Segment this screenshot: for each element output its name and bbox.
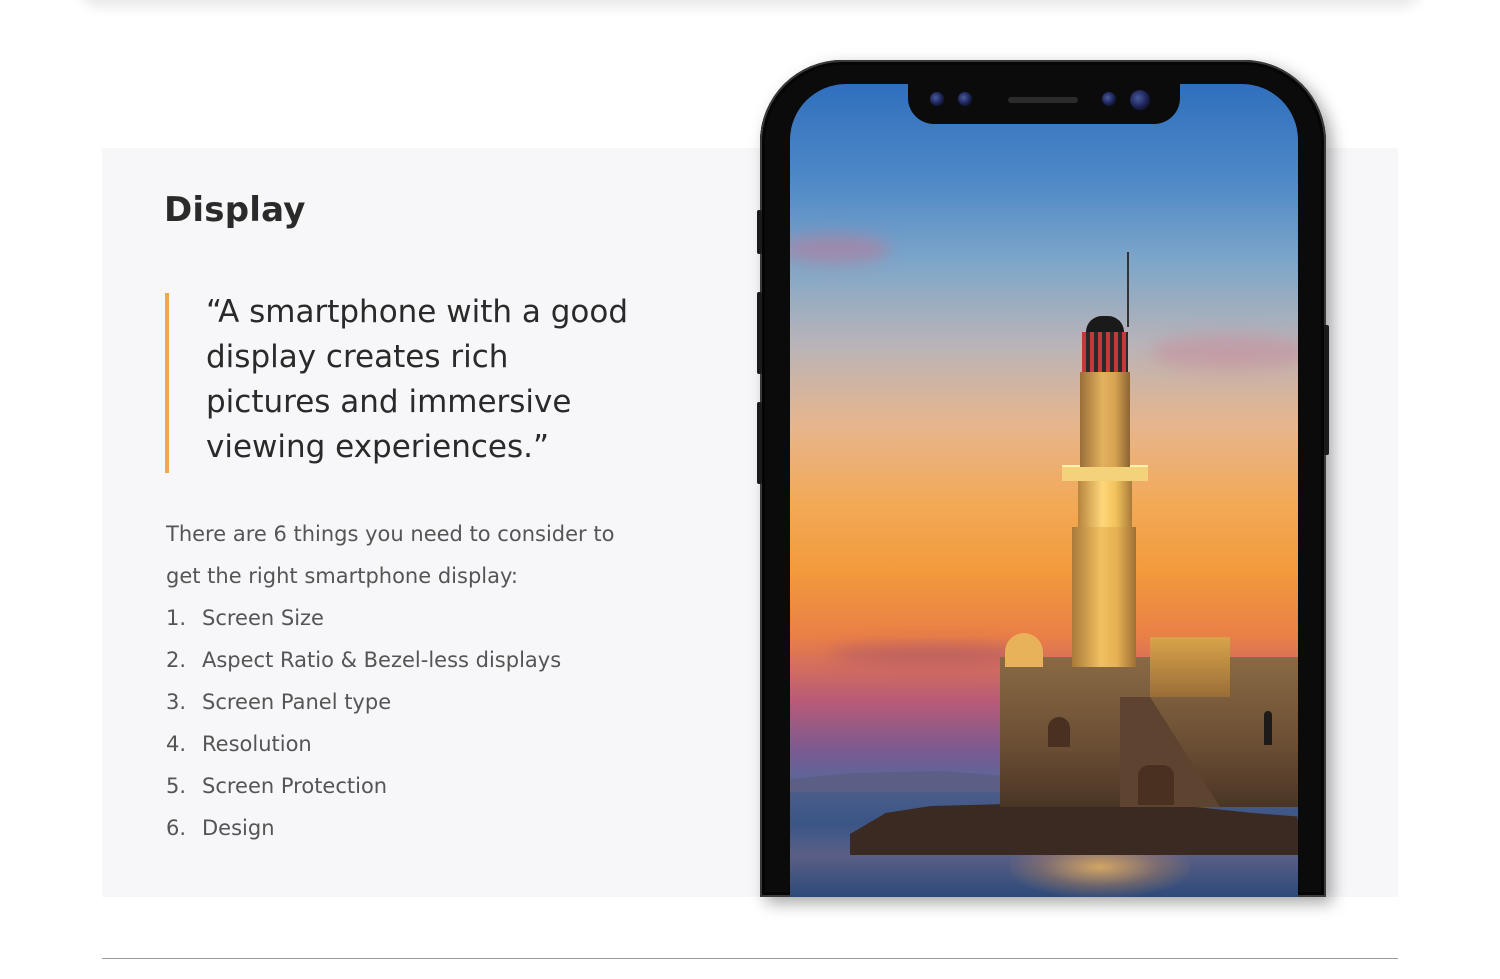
- lighthouse-balcony: [1062, 465, 1148, 481]
- list-item-number: 6.: [166, 816, 187, 840]
- lighthouse-cap: [1086, 316, 1124, 332]
- page: Display “A smartphone with a good displa…: [0, 0, 1500, 979]
- sunset-cloud: [790, 234, 890, 264]
- list-item-label: Screen Panel type: [202, 690, 392, 714]
- volume-button: [757, 210, 762, 254]
- list-item: 6. Design: [166, 807, 561, 849]
- power-button: [1324, 325, 1329, 455]
- lighthouse-tower: [1072, 527, 1136, 667]
- list-item-label: Design: [202, 816, 275, 840]
- list-item: 3. Screen Panel type: [166, 681, 561, 723]
- front-camera-icon: [958, 92, 972, 106]
- pull-quote: “A smartphone with a good display create…: [206, 294, 628, 465]
- quote-accent-bar: [165, 293, 169, 473]
- watchtower-dome: [1005, 633, 1043, 667]
- lighthouse-upper: [1080, 372, 1130, 467]
- list-item-number: 5.: [166, 774, 187, 798]
- section-divider: [102, 958, 1398, 959]
- phone-screen: [790, 84, 1298, 897]
- fortress-wing: [1150, 637, 1230, 697]
- list-item-label: Aspect Ratio & Bezel-less displays: [202, 648, 562, 672]
- sensor-icon: [1102, 92, 1116, 106]
- list-item-number: 1.: [166, 606, 187, 630]
- considerations-list: 1. Screen Size 2. Aspect Ratio & Bezel-l…: [166, 597, 561, 849]
- fortress-window: [1048, 717, 1070, 747]
- lighthouse-lantern: [1082, 332, 1128, 372]
- list-item-label: Screen Protection: [202, 774, 388, 798]
- lighthouse-mast: [1127, 252, 1129, 327]
- front-camera-icon: [930, 92, 944, 106]
- smartphone-image: [757, 60, 1329, 897]
- earpiece-speaker: [1008, 97, 1078, 103]
- intro-paragraph: There are 6 things you need to consider …: [166, 522, 615, 588]
- volume-button: [757, 402, 762, 484]
- list-item: 1. Screen Size: [166, 597, 561, 639]
- volume-button: [757, 292, 762, 374]
- sunset-cloud: [1150, 334, 1298, 370]
- list-item: 4. Resolution: [166, 723, 561, 765]
- list-item-number: 4.: [166, 732, 187, 756]
- fortress-window: [1138, 765, 1174, 805]
- lighthouse-tower-middle: [1078, 477, 1132, 527]
- list-item-number: 2.: [166, 648, 187, 672]
- list-item: 2. Aspect Ratio & Bezel-less displays: [166, 639, 561, 681]
- list-item-label: Screen Size: [202, 606, 324, 630]
- sensor-icon: [1130, 90, 1150, 110]
- person-silhouette: [1264, 711, 1272, 745]
- list-item: 5. Screen Protection: [166, 765, 561, 807]
- section-title: Display: [164, 190, 306, 230]
- list-item-label: Resolution: [202, 732, 312, 756]
- list-item-number: 3.: [166, 690, 187, 714]
